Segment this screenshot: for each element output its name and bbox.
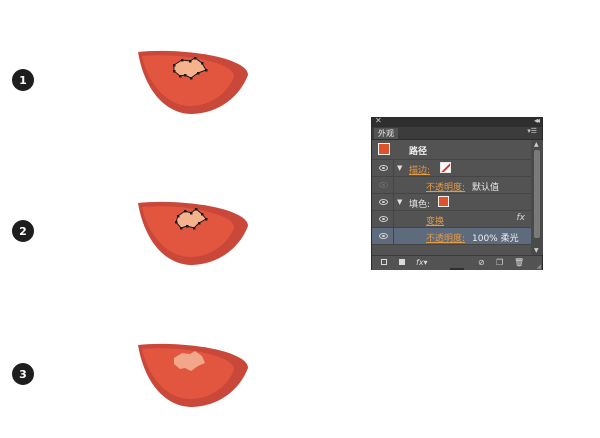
stroke-row[interactable]: ▼ 描边: bbox=[372, 160, 531, 177]
scroll-up-arrow-icon[interactable]: ▲ bbox=[534, 141, 539, 148]
tomato-slice-3 bbox=[138, 343, 248, 407]
path-thumbnail-swatch bbox=[378, 143, 390, 155]
title-row[interactable]: 路径 bbox=[372, 140, 531, 160]
title-row-label: 路径 bbox=[409, 147, 428, 157]
step-badge-1: 1 bbox=[12, 69, 34, 91]
panel-scrollbar[interactable]: ▲ ▼ bbox=[531, 140, 543, 255]
stroke-opacity-value: 默认值 bbox=[472, 183, 500, 193]
visibility-toggle[interactable] bbox=[372, 228, 394, 244]
tab-appearance[interactable]: 外观 bbox=[374, 128, 398, 139]
collapse-icon[interactable]: ◂◂ bbox=[534, 116, 540, 125]
tomato-slice-1 bbox=[138, 50, 248, 114]
fill-opacity-value: 100% 柔光 bbox=[472, 234, 519, 244]
eye-icon bbox=[379, 199, 388, 205]
appearance-rows: 路径 ▼ 描边: 不透明度: 默认值 ▼ 填色: 变换 fx 不透明度: 100… bbox=[372, 140, 531, 245]
visibility-toggle[interactable] bbox=[372, 177, 394, 193]
step-badge-2: 2 bbox=[12, 220, 34, 242]
visibility-toggle[interactable] bbox=[372, 211, 394, 227]
panel-menu-icon[interactable]: ▾☰ bbox=[527, 127, 537, 135]
eye-icon bbox=[379, 182, 388, 188]
eye-icon bbox=[379, 233, 388, 239]
appearance-panel: ✕ ◂◂ 外观 ▾☰ 路径 ▼ 描边: 不透明度: 默认值 ▼ 填色: 变换 f… bbox=[371, 116, 543, 270]
disclosure-triangle-icon[interactable]: ▼ bbox=[397, 198, 402, 206]
duplicate-icon[interactable]: ❐ bbox=[496, 258, 503, 267]
visibility-toggle[interactable] bbox=[372, 160, 394, 176]
stroke-opacity-row[interactable]: 不透明度: 默认值 bbox=[372, 177, 531, 194]
fill-row[interactable]: ▼ 填色: bbox=[372, 194, 531, 211]
fx-icon[interactable]: fx bbox=[517, 213, 526, 223]
fill-swatch-icon[interactable] bbox=[438, 196, 449, 207]
stroke-label[interactable]: 描边: bbox=[409, 163, 430, 176]
add-effect-icon[interactable]: fx▾ bbox=[416, 258, 428, 267]
delete-icon[interactable]: 🗑 bbox=[514, 258, 524, 267]
close-icon[interactable]: ✕ bbox=[375, 116, 382, 125]
fill-label: 填色: bbox=[409, 200, 431, 210]
new-fill-icon[interactable] bbox=[399, 259, 405, 265]
eye-icon bbox=[379, 216, 388, 222]
resize-corner-icon[interactable]: ◢ bbox=[536, 263, 541, 270]
stroke-opacity-label[interactable]: 不透明度: bbox=[426, 180, 465, 193]
panel-tabbar: 外观 ▾☰ bbox=[372, 127, 542, 140]
transform-row[interactable]: 变换 fx bbox=[372, 211, 531, 228]
panel-titlebar: ✕ ◂◂ bbox=[372, 116, 542, 127]
disclosure-triangle-icon[interactable]: ▼ bbox=[397, 164, 402, 172]
panel-bottom-toolbar: fx▾ ⊘ ❐ 🗑 ◢ bbox=[372, 255, 542, 270]
clear-icon[interactable]: ⊘ bbox=[478, 258, 485, 267]
fill-opacity-label[interactable]: 不透明度: bbox=[426, 231, 465, 244]
scroll-down-arrow-icon[interactable]: ▼ bbox=[534, 247, 539, 254]
new-stroke-icon[interactable] bbox=[381, 259, 387, 265]
visibility-toggle[interactable] bbox=[372, 194, 394, 210]
resize-grip[interactable] bbox=[450, 268, 464, 270]
tomato-slice-2 bbox=[138, 201, 248, 265]
scroll-thumb[interactable] bbox=[534, 150, 540, 238]
stroke-none-swatch-icon[interactable] bbox=[440, 162, 451, 173]
transform-label[interactable]: 变换 bbox=[426, 214, 444, 227]
eye-icon bbox=[379, 165, 388, 171]
fill-opacity-row[interactable]: 不透明度: 100% 柔光 bbox=[372, 228, 531, 245]
step-badge-3: 3 bbox=[12, 363, 34, 385]
